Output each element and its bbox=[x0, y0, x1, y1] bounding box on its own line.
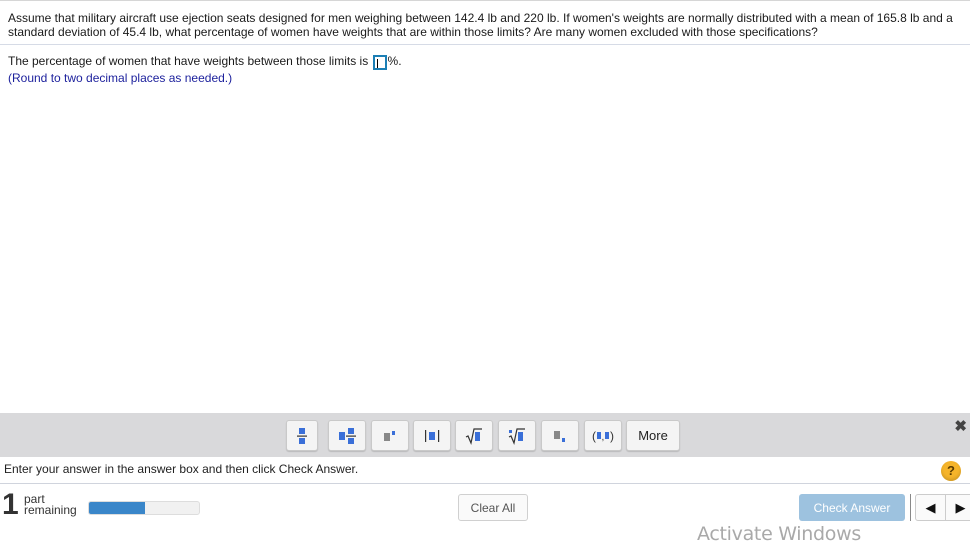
previous-button[interactable]: ◀ bbox=[916, 495, 946, 520]
fraction-button[interactable] bbox=[286, 420, 318, 451]
absolute-value-button[interactable] bbox=[413, 420, 451, 451]
answer-input-box[interactable] bbox=[372, 55, 387, 70]
mixed-number-button[interactable] bbox=[328, 420, 366, 451]
ordered-pair-button[interactable]: (,) bbox=[584, 420, 622, 451]
square-root-icon bbox=[465, 427, 482, 445]
top-border bbox=[0, 0, 970, 1]
ordered-pair-icon: (,) bbox=[592, 429, 614, 443]
parts-remaining-count: 1 bbox=[2, 488, 19, 521]
exponent-button[interactable] bbox=[371, 420, 409, 451]
rounding-hint: (Round to two decimal places as needed.) bbox=[8, 71, 233, 85]
svg-text:(: ( bbox=[592, 429, 596, 443]
answer-statement: The percentage of women that have weight… bbox=[8, 53, 402, 70]
mixed-number-icon bbox=[339, 427, 356, 444]
absolute-value-icon bbox=[425, 429, 440, 442]
progress-bar bbox=[88, 501, 200, 515]
square-root-button[interactable] bbox=[455, 420, 493, 451]
parts-remaining-label: part remaining bbox=[24, 493, 77, 517]
divider bbox=[0, 44, 970, 45]
svg-text:): ) bbox=[610, 429, 614, 443]
subscript-icon bbox=[554, 430, 565, 442]
help-icon[interactable]: ? bbox=[941, 461, 961, 481]
fraction-icon bbox=[297, 427, 307, 444]
status-message: Enter your answer in the answer box and … bbox=[4, 462, 359, 476]
more-button[interactable]: More bbox=[626, 420, 680, 451]
question-nav: ◀ ▶ bbox=[915, 494, 970, 521]
parts-label-line2: remaining bbox=[24, 503, 77, 517]
subscript-button[interactable] bbox=[541, 420, 579, 451]
clear-all-button[interactable]: Clear All bbox=[458, 494, 528, 521]
nth-root-button[interactable] bbox=[498, 420, 536, 451]
next-button[interactable]: ▶ bbox=[946, 495, 970, 520]
progress-fill bbox=[89, 502, 146, 514]
text-cursor bbox=[376, 59, 378, 68]
separator bbox=[910, 494, 911, 521]
activate-windows-watermark: Activate Windows bbox=[697, 523, 861, 545]
question-text: Assume that military aircraft use ejecti… bbox=[8, 11, 953, 39]
right-arrow-icon: ▶ bbox=[955, 499, 966, 515]
close-icon[interactable]: ✖ bbox=[954, 419, 967, 434]
left-arrow-icon: ◀ bbox=[925, 499, 936, 515]
answer-prefix: The percentage of women that have weight… bbox=[8, 54, 369, 68]
answer-suffix: %. bbox=[387, 54, 402, 68]
math-toolbar: (,) More bbox=[0, 413, 970, 457]
check-answer-button[interactable]: Check Answer bbox=[799, 494, 905, 521]
divider bbox=[0, 483, 970, 484]
svg-text:,: , bbox=[602, 432, 605, 443]
exponent-icon bbox=[384, 430, 395, 441]
nth-root-icon bbox=[508, 427, 525, 445]
